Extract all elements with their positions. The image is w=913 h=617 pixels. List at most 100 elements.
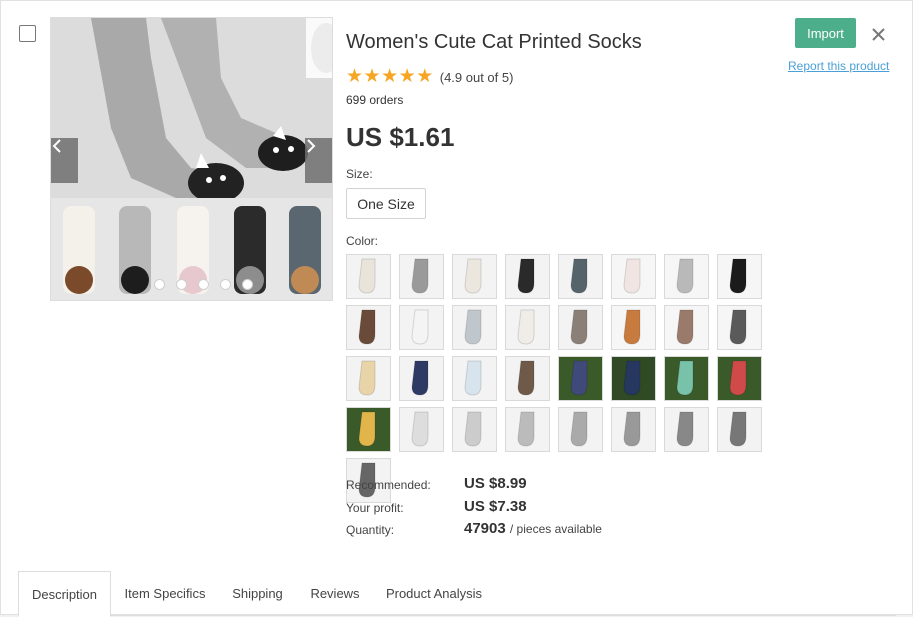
product-card: Women's Cute Cat Printed Socks ★ ★ ★ ★ ★… <box>0 0 913 617</box>
gallery-dot[interactable] <box>198 279 209 290</box>
gallery-next-button[interactable] <box>305 138 332 183</box>
sock-thumbnail-icon <box>729 309 747 345</box>
sock-thumbnail-icon <box>517 360 535 396</box>
star-icon: ★ <box>398 66 416 87</box>
quantity-value: 47903 <box>464 520 506 537</box>
sock-thumbnail-icon <box>464 360 482 396</box>
color-label: Color: <box>346 234 379 248</box>
sock-thumbnail-icon <box>517 411 535 447</box>
report-product-link[interactable]: Report this product <box>788 59 889 73</box>
sock-thumbnail-icon <box>729 411 747 447</box>
color-swatch[interactable] <box>611 305 656 350</box>
sock-thumbnail-icon <box>358 360 376 396</box>
sock-thumbnail-icon <box>411 360 429 396</box>
color-swatch[interactable] <box>505 305 550 350</box>
color-swatch[interactable] <box>558 407 603 452</box>
star-icon: ★ <box>416 66 434 87</box>
color-swatch[interactable] <box>717 407 762 452</box>
tab-description[interactable]: Description <box>18 571 111 617</box>
color-swatch[interactable] <box>505 356 550 401</box>
color-swatch[interactable] <box>399 407 444 452</box>
gallery-dot[interactable] <box>176 279 187 290</box>
tab-item-specifics[interactable]: Item Specifics <box>111 571 219 616</box>
color-swatch[interactable] <box>346 305 391 350</box>
color-swatch[interactable] <box>346 254 391 299</box>
product-price: US $1.61 <box>346 122 455 152</box>
sock-thumbnail-icon <box>570 360 588 396</box>
gallery-dot[interactable] <box>220 279 231 290</box>
select-checkbox[interactable] <box>19 25 36 42</box>
color-swatch[interactable] <box>611 356 656 401</box>
rating: ★ ★ ★ ★ ★ (4.9 out of 5) <box>346 66 514 87</box>
quantity-value-wrap: 47903 / pieces available <box>464 520 602 537</box>
sock-thumbnail-icon <box>411 309 429 345</box>
profit-label: Your profit: <box>346 501 404 515</box>
detail-tabs: Description Item Specifics Shipping Revi… <box>18 571 896 617</box>
color-swatch[interactable] <box>399 254 444 299</box>
sock-thumbnail-icon <box>411 258 429 294</box>
size-option-button[interactable]: One Size <box>346 188 426 219</box>
sock-thumbnail-icon <box>464 309 482 345</box>
quantity-suffix: / pieces available <box>509 522 602 536</box>
sock-thumbnail-icon <box>570 411 588 447</box>
tab-shipping[interactable]: Shipping <box>219 571 296 616</box>
sock-thumbnail-icon <box>517 258 535 294</box>
chevron-right-icon <box>307 139 316 153</box>
sock-thumbnail-icon <box>676 309 694 345</box>
color-swatch[interactable] <box>452 356 497 401</box>
color-swatch[interactable] <box>664 254 709 299</box>
product-main-image <box>51 18 332 300</box>
gallery-prev-button[interactable] <box>51 138 78 183</box>
sock-thumbnail-icon <box>729 258 747 294</box>
color-swatch[interactable] <box>717 356 762 401</box>
sock-thumbnail-icon <box>411 411 429 447</box>
sock-thumbnail-icon <box>676 258 694 294</box>
color-swatch[interactable] <box>505 407 550 452</box>
tab-reviews[interactable]: Reviews <box>296 571 374 616</box>
gallery-dot[interactable] <box>154 279 165 290</box>
size-label: Size: <box>346 167 373 181</box>
color-swatch[interactable] <box>399 305 444 350</box>
sock-thumbnail-icon <box>676 411 694 447</box>
color-swatch[interactable] <box>664 407 709 452</box>
color-swatch[interactable] <box>611 254 656 299</box>
sock-thumbnail-icon <box>676 360 694 396</box>
star-icon: ★ <box>363 66 381 87</box>
color-swatch[interactable] <box>717 305 762 350</box>
color-swatch[interactable] <box>452 254 497 299</box>
tab-product-analysis[interactable]: Product Analysis <box>374 571 494 616</box>
sock-thumbnail-icon <box>570 258 588 294</box>
import-button[interactable]: Import <box>795 18 856 48</box>
gallery-dot[interactable] <box>242 279 253 290</box>
sock-thumbnail-icon <box>464 411 482 447</box>
quantity-row: Quantity: 47903 / pieces available <box>346 520 646 540</box>
color-swatch[interactable] <box>558 305 603 350</box>
close-button[interactable] <box>867 23 889 45</box>
color-swatch[interactable] <box>452 407 497 452</box>
color-swatch[interactable] <box>717 254 762 299</box>
color-swatch[interactable] <box>505 254 550 299</box>
sock-thumbnail-icon <box>623 411 641 447</box>
star-icon: ★ <box>381 66 399 87</box>
profit-row: Your profit: US $7.38 <box>346 498 646 518</box>
color-swatch[interactable] <box>346 356 391 401</box>
sock-thumbnail-icon <box>464 258 482 294</box>
color-swatch[interactable] <box>399 356 444 401</box>
color-swatch[interactable] <box>664 305 709 350</box>
color-swatch[interactable] <box>611 407 656 452</box>
order-count: 699 orders <box>346 93 404 107</box>
product-image-gallery <box>50 17 333 301</box>
star-icon: ★ <box>346 66 364 87</box>
color-swatch[interactable] <box>558 356 603 401</box>
color-swatch[interactable] <box>346 407 391 452</box>
color-swatch[interactable] <box>664 356 709 401</box>
color-swatch[interactable] <box>452 305 497 350</box>
sock-thumbnail-icon <box>358 309 376 345</box>
rating-text: (4.9 out of 5) <box>439 69 514 85</box>
gallery-pagination <box>154 279 253 290</box>
color-swatch[interactable] <box>558 254 603 299</box>
sock-thumbnail-icon <box>623 360 641 396</box>
recommended-row: Recommended: US $8.99 <box>346 475 646 495</box>
quantity-label: Quantity: <box>346 523 395 537</box>
recommended-label: Recommended: <box>346 478 431 492</box>
